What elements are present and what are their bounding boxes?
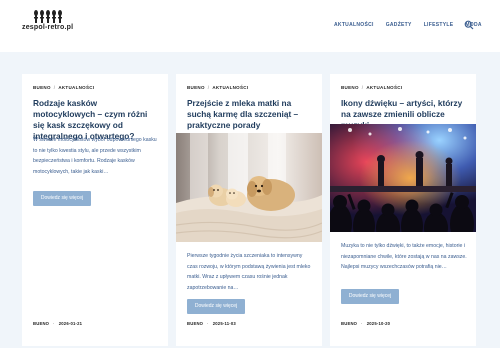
author-link[interactable]: BUENO	[341, 321, 357, 326]
author-link[interactable]: BUENO	[33, 85, 51, 90]
article-card: BUENO / AKTUALNOŚCI Ikony dźwięku – artyśc…	[330, 74, 476, 346]
article-footer-meta: BUENO · 2025-10-20	[341, 321, 391, 326]
nav-item-aktualnosci[interactable]: AKTUALNOŚCI	[334, 22, 374, 28]
author-link[interactable]: BUENO	[341, 85, 359, 90]
category-link[interactable]: AKTUALNOŚCI	[212, 85, 248, 90]
article-image[interactable]	[176, 133, 322, 242]
puppies-image	[176, 133, 322, 242]
article-image[interactable]	[330, 124, 476, 232]
article-footer-meta: BUENO · 2026-01-21	[33, 321, 83, 326]
read-more-button[interactable]: Dowiedz się więcej	[33, 191, 91, 206]
post-date: 2025-11-03	[212, 321, 236, 326]
article-title[interactable]: Przejście z mleka matki na suchą karmę d…	[187, 98, 313, 131]
nav-item-gadzety[interactable]: GADŻETY	[386, 22, 412, 28]
article-excerpt: Pierwsze tygodnie życia szczeniaka to in…	[187, 253, 311, 291]
article-meta: BUENO / AKTUALNOŚCI	[187, 85, 249, 90]
category-link[interactable]: AKTUALNOŚCI	[366, 85, 402, 90]
read-more-button[interactable]: Dowiedz się więcej	[187, 299, 245, 314]
article-card: BUENO / AKTUALNOŚCI Rodzaje kasków motocyk…	[22, 74, 168, 346]
post-date: 2026-01-21	[58, 321, 83, 326]
search-icon[interactable]	[464, 20, 474, 30]
main-nav: AKTUALNOŚCI GADŻETY LIFESTYLE MODA	[334, 22, 482, 28]
read-more-button[interactable]: Dowiedz się więcej	[341, 289, 399, 304]
article-footer-meta: BUENO · 2025-11-03	[187, 321, 236, 326]
article-meta: BUENO / AKTUALNOŚCI	[33, 85, 95, 90]
article-card: BUENO / AKTUALNOŚCI Przejście z mleka matk…	[176, 74, 322, 346]
category-link[interactable]: AKTUALNOŚCI	[58, 85, 94, 90]
site-header: zespol-retro.pl AKTUALNOŚCI GADŻETY LIFE…	[0, 0, 500, 52]
author-link[interactable]: BUENO	[187, 321, 203, 326]
nav-item-lifestyle[interactable]: LIFESTYLE	[424, 22, 454, 28]
logo-text[interactable]: zespol-retro.pl	[22, 24, 73, 31]
article-meta: BUENO / AKTUALNOŚCI	[341, 85, 403, 90]
article-excerpt: Muzyka to nie tylko dźwięki, to także em…	[341, 243, 467, 270]
author-link[interactable]: BUENO	[33, 321, 49, 326]
article-excerpt: W świecie motocyklistów wybór odpowiedni…	[33, 137, 157, 175]
author-link[interactable]: BUENO	[187, 85, 205, 90]
concert-image	[330, 124, 476, 232]
post-date: 2025-10-20	[366, 321, 391, 326]
